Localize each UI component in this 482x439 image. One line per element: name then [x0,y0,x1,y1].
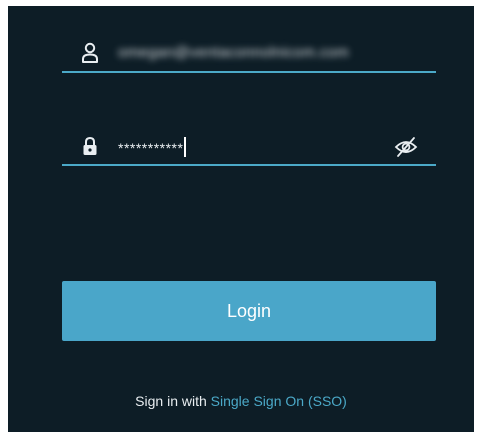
sso-line: Sign in with Single Sign On (SSO) [8,393,474,409]
sso-link[interactable]: Single Sign On (SSO) [211,393,347,409]
password-field[interactable]: *********** [62,132,436,166]
lock-icon [80,135,100,157]
sso-prefix: Sign in with [135,393,207,409]
login-button[interactable]: Login [62,281,436,341]
username-value: omegan@ventaconnolnicom.com [118,44,349,61]
password-mask: *********** [118,140,184,156]
text-caret [184,137,187,158]
login-screen: omegan@ventaconnolnicom.com *********** … [8,6,474,432]
username-underline [62,71,436,73]
password-value: *********** [118,137,187,159]
username-field[interactable]: omegan@ventaconnolnicom.com [62,39,436,73]
eye-off-icon[interactable] [394,136,418,158]
user-icon [80,42,100,64]
password-underline [62,164,436,166]
